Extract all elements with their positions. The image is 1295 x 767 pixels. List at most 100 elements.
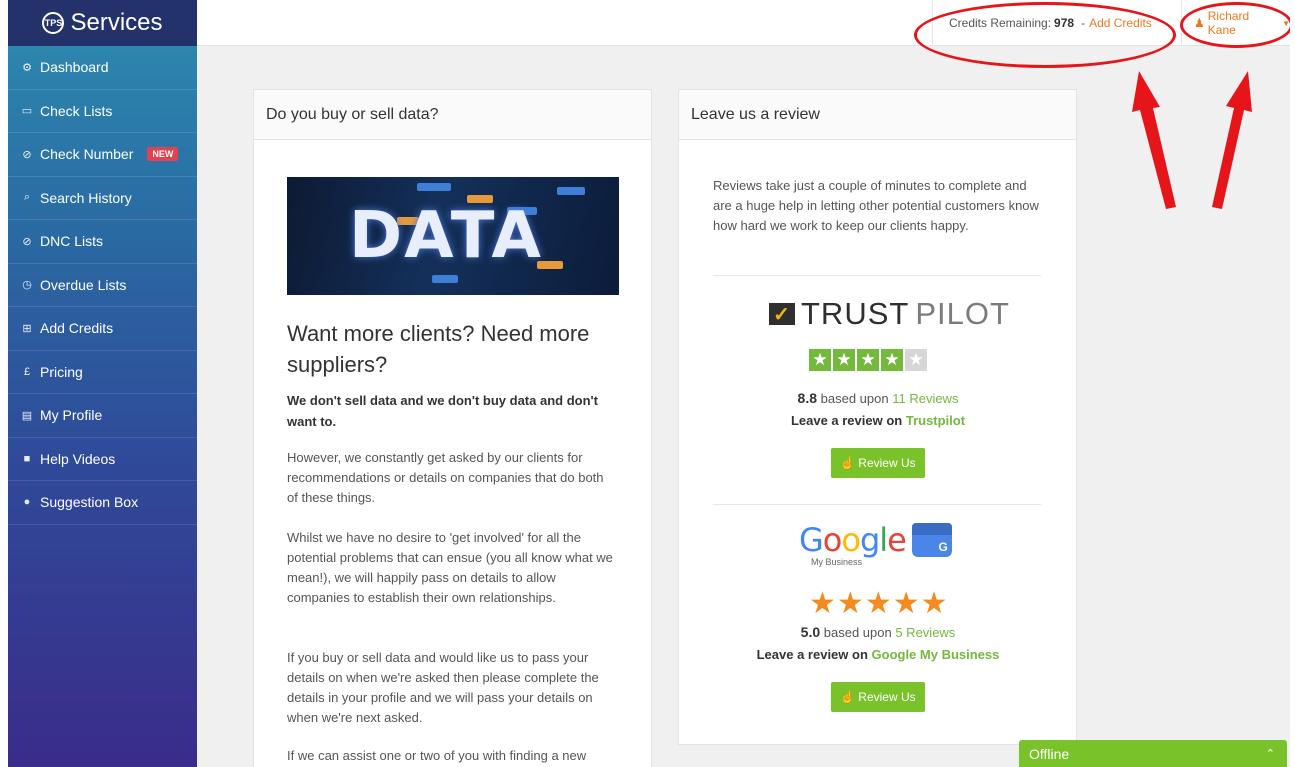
google-leave-line: Leave a review on Google My Business: [679, 647, 1077, 662]
sidebar-item-search-history[interactable]: ⌕ Search History: [8, 177, 197, 220]
sidebar: TPS Services ⚙ Dashboard ▭ Check Lists ⊘ Chec…: [8, 0, 197, 767]
trustpilot-logo-pilot: PILOT: [915, 296, 1010, 331]
review-intro: Reviews take just a couple of minutes to…: [713, 178, 1039, 233]
sidebar-item-check-lists[interactable]: ▭ Check Lists: [8, 90, 197, 133]
review-button-label: Review Us: [858, 690, 916, 704]
trustpilot-score-line: 8.8 based upon 11 Reviews: [679, 390, 1077, 406]
sidebar-item-help-videos[interactable]: ■ Help Videos: [8, 438, 197, 481]
divider: [713, 504, 1041, 505]
google-reviews-link[interactable]: 5 Reviews: [895, 625, 955, 640]
star-icon: ★: [892, 587, 921, 620]
brand-name: Services: [70, 9, 163, 36]
google-wordmark: Google My Business: [799, 521, 907, 567]
trustpilot-score: 8.8: [797, 390, 818, 406]
star-icon: ★: [833, 349, 855, 371]
cart-icon: ⊞: [22, 322, 32, 335]
google-review-button[interactable]: ☝ Review Us: [831, 682, 925, 712]
review-panel-title: Leave us a review: [679, 90, 1076, 140]
video-icon: ■: [23, 452, 31, 465]
sidebar-item-overdue-lists[interactable]: ◷ Overdue Lists: [8, 264, 197, 307]
search-icon: ⌕: [23, 191, 31, 204]
sidebar-item-label: Pricing: [40, 363, 83, 380]
sidebar-item-add-credits[interactable]: ⊞ Add Credits: [8, 307, 197, 351]
sidebar-item-label: Overdue Lists: [40, 276, 127, 293]
google-my-business-logo: Google My Business G: [799, 521, 952, 567]
trustpilot-leave-line: Leave a review on Trustpilot: [679, 413, 1077, 428]
google-sub: My Business: [811, 557, 863, 567]
tps-logo-icon: TPS: [42, 12, 65, 34]
no-data-statement: We don't sell data and we don't buy data…: [287, 393, 598, 429]
based-upon-text: based upon: [820, 391, 889, 406]
sidebar-item-label: Add Credits: [40, 320, 114, 337]
sidebar-item-dashboard[interactable]: ⚙ Dashboard: [8, 46, 197, 90]
app-window: TPS Services ⚙ Dashboard ▭ Check Lists ⊘ Chec…: [8, 0, 1290, 767]
annotation-oval-user: [1180, 2, 1290, 48]
sidebar-item-label: Check Number: [40, 146, 134, 163]
star-icon: ★: [881, 349, 903, 371]
chat-status: Offline: [1029, 745, 1070, 762]
review-button-label: Review Us: [858, 456, 916, 470]
folder-icon: ▭: [21, 105, 33, 118]
ban-icon: ⊘: [22, 235, 32, 248]
banner-data-word: DATA: [349, 199, 543, 273]
paragraph: If you buy or sell data and would like u…: [287, 650, 599, 725]
chevron-up-icon[interactable]: ⌃: [1266, 747, 1275, 760]
google-word: Google: [799, 521, 907, 559]
trustpilot-check-icon: ✓: [769, 303, 795, 326]
trustpilot-logo-trust: TRUST: [801, 296, 910, 331]
sidebar-item-check-number[interactable]: ⊘ Check Number NEW: [8, 133, 197, 177]
review-panel: Leave us a review Reviews take just a co…: [678, 89, 1077, 745]
dashboard-icon: ⚙: [22, 61, 32, 74]
star-icon: ★: [905, 349, 927, 371]
trustpilot-review-button[interactable]: ☝ Review Us: [831, 448, 925, 478]
data-panel: Do you buy or sell data? DATA Want more …: [253, 89, 652, 767]
thumbs-up-icon: ☝: [840, 456, 856, 470]
google-rating-stars: ★★★★★: [809, 589, 949, 619]
sidebar-item-label: Dashboard: [40, 59, 109, 76]
sidebar-nav: ⚙ Dashboard ▭ Check Lists ⊘ Check Number NEW ⌕ S…: [8, 46, 197, 525]
leave-review-text: Leave a review on: [756, 647, 868, 662]
star-icon: ★: [864, 587, 893, 620]
pound-icon: £: [23, 365, 31, 378]
annotation-arrow-user: [1212, 71, 1252, 209]
trustpilot-rating-stars: ★ ★ ★ ★ ★: [809, 349, 927, 371]
clients-heading: Want more clients? Need more suppliers?: [287, 321, 590, 377]
sidebar-item-label: DNC Lists: [40, 233, 104, 250]
data-banner-image: DATA: [287, 177, 619, 295]
based-upon-text: based upon: [823, 625, 892, 640]
id-card-icon: ▤: [21, 409, 33, 422]
trustpilot-link[interactable]: Trustpilot: [906, 413, 965, 428]
sidebar-item-pricing[interactable]: £ Pricing: [8, 351, 197, 394]
chat-widget[interactable]: Offline ⌃: [1019, 740, 1287, 767]
paragraph: Whilst we have no desire to 'get involve…: [287, 530, 613, 605]
banner-tag: [417, 183, 451, 191]
google-business-store-icon: G: [911, 523, 952, 557]
star-icon: ★: [809, 587, 837, 620]
sidebar-item-label: Help Videos: [40, 450, 116, 467]
paragraph: If we can assist one or two of you with …: [287, 748, 587, 763]
clock-icon: ◷: [22, 279, 32, 292]
trustpilot-reviews-link[interactable]: 11 Reviews: [892, 391, 958, 406]
google-score: 5.0: [800, 624, 821, 640]
comment-icon: ●: [23, 496, 31, 509]
sidebar-item-my-profile[interactable]: ▤ My Profile: [8, 394, 197, 438]
leave-review-text: Leave a review on: [790, 413, 903, 428]
brand[interactable]: TPS Services: [8, 0, 197, 46]
sidebar-item-dnc-lists[interactable]: ⊘ DNC Lists: [8, 220, 197, 264]
star-icon: ★: [857, 349, 879, 371]
sidebar-item-label: My Profile: [40, 407, 103, 424]
star-icon: ★: [836, 587, 865, 620]
google-score-line: 5.0 based upon 5 Reviews: [679, 624, 1077, 640]
annotation-arrow-credits: [1132, 71, 1176, 209]
sidebar-item-suggestion-box[interactable]: ● Suggestion Box: [8, 481, 197, 525]
sidebar-item-label: Search History: [40, 189, 132, 206]
check-circle-icon: ⊘: [22, 148, 32, 161]
star-icon: ★: [920, 587, 949, 620]
new-badge: NEW: [147, 147, 179, 162]
data-panel-title: Do you buy or sell data?: [254, 90, 651, 140]
paragraph: However, we constantly get asked by our …: [287, 450, 604, 505]
google-my-business-link[interactable]: Google My Business: [872, 647, 1000, 662]
sidebar-item-label: Suggestion Box: [40, 494, 139, 511]
banner-tag: [557, 187, 585, 195]
divider: [713, 275, 1041, 276]
